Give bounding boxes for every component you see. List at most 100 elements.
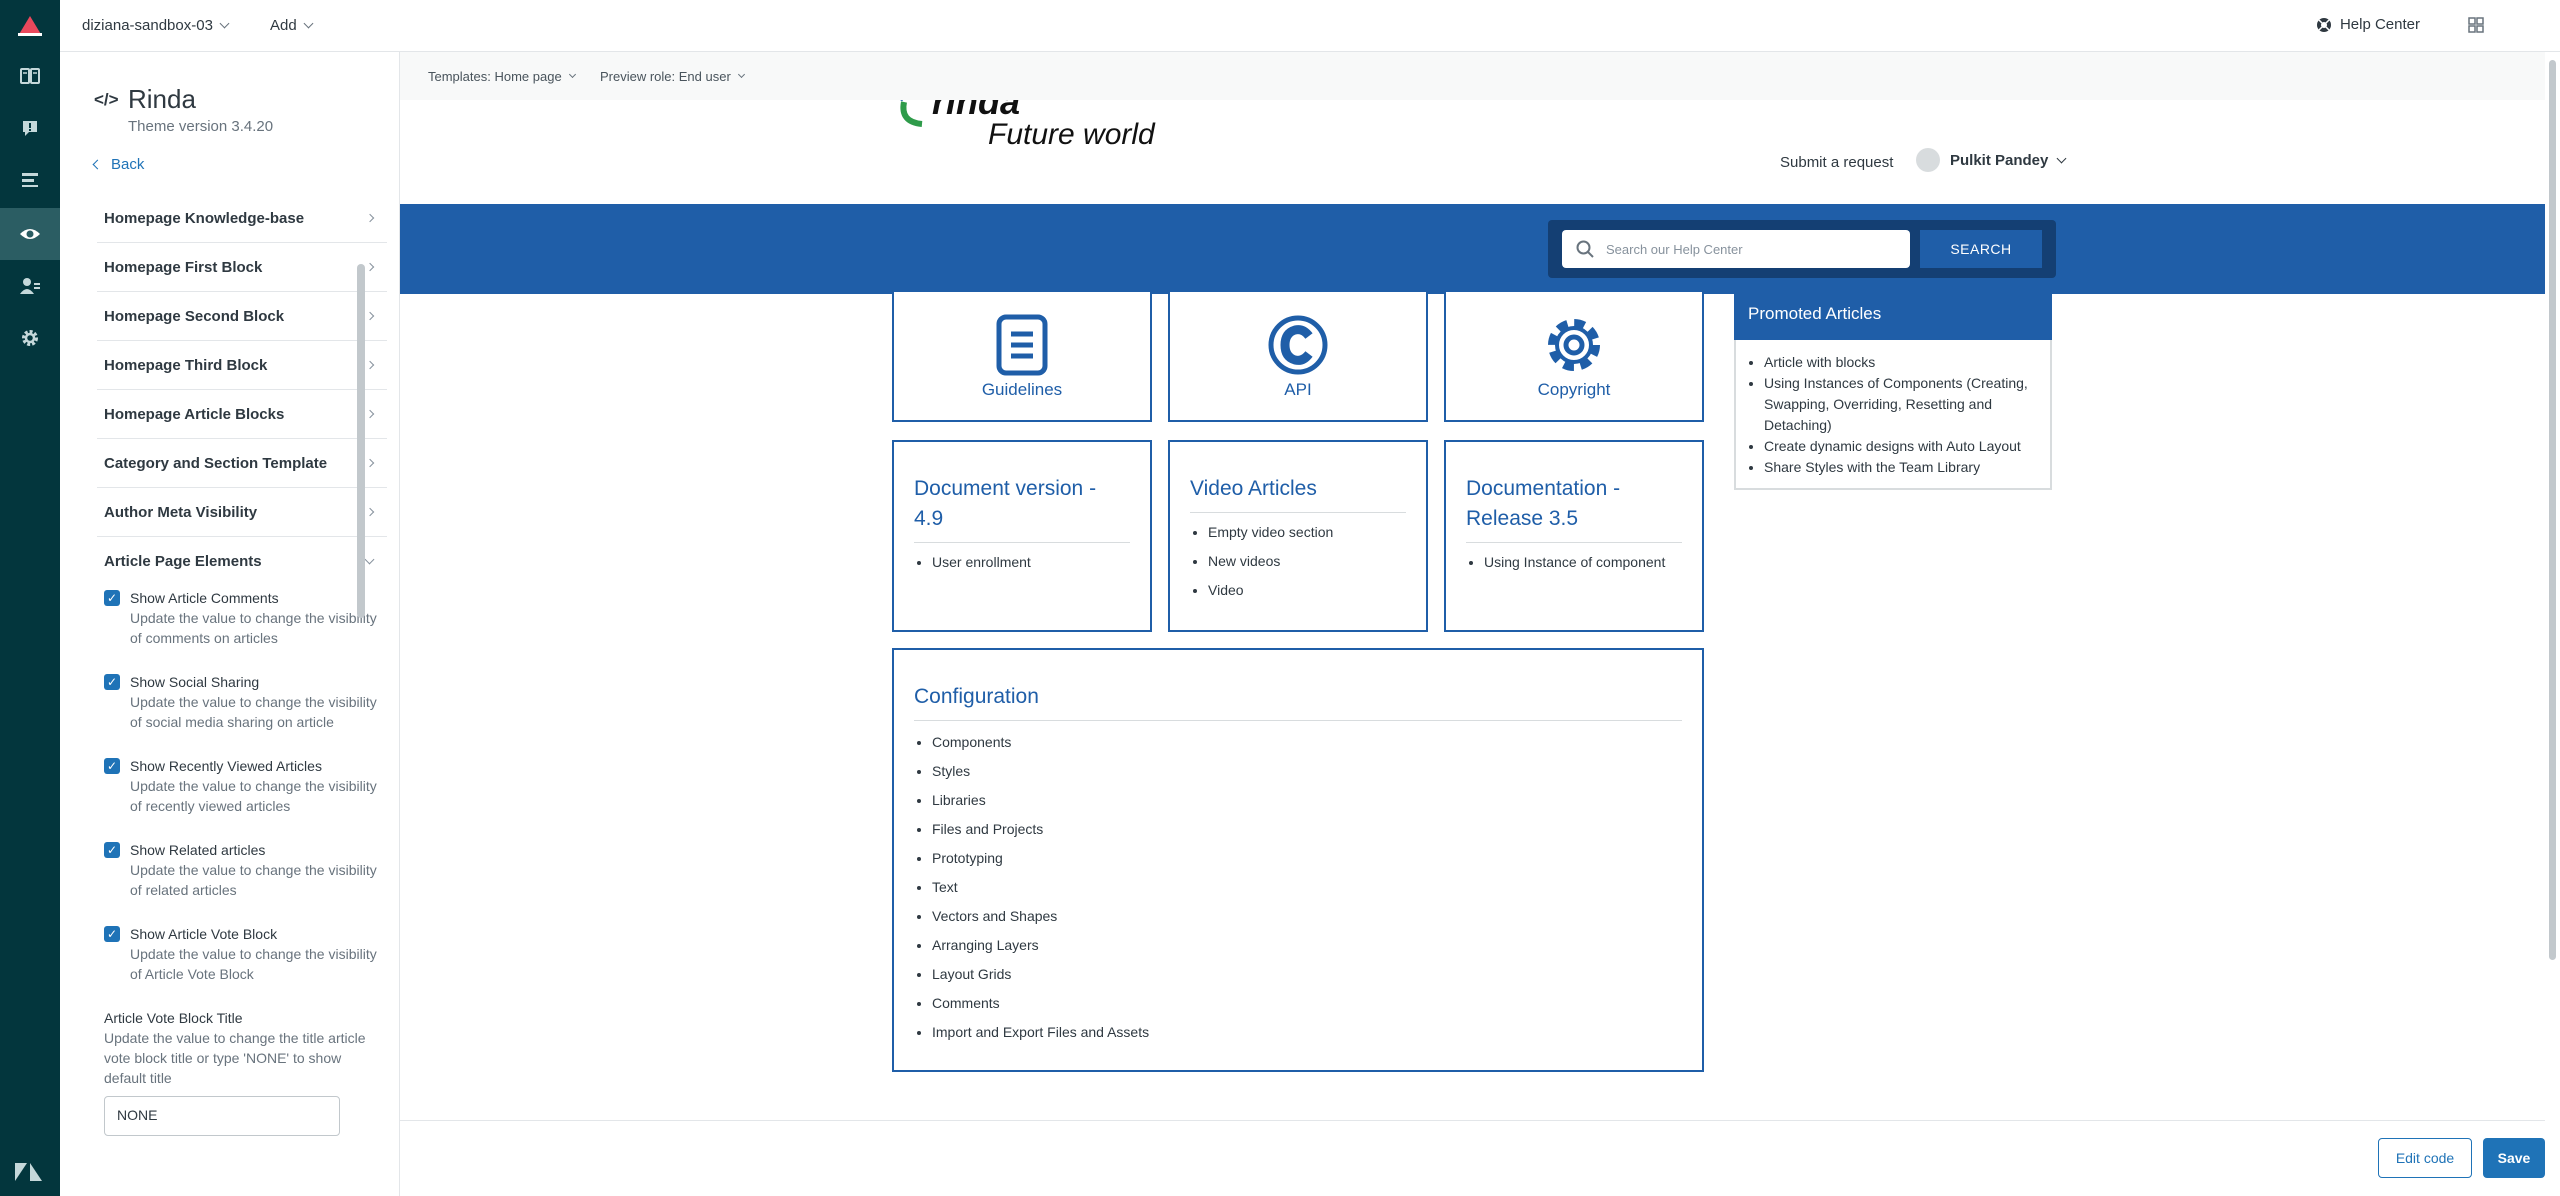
chevron-down-icon [303, 18, 314, 29]
hero-banner: Search our Help Center SEARCH [400, 204, 2545, 294]
category-name: Copyright [1537, 380, 1611, 399]
help-center-label: Help Center [2339, 16, 2420, 33]
checkbox[interactable]: ✓ [104, 590, 120, 606]
article-link[interactable]: New videos [1208, 547, 1333, 576]
category-card-copyright[interactable]: Copyright [1444, 290, 1704, 422]
promoted-link[interactable]: Create dynamic designs with Auto Layout [1764, 436, 2038, 457]
user-name: Pulkit Pandey [1950, 151, 2049, 169]
back-link[interactable]: Back [92, 156, 145, 173]
templates-dropdown[interactable]: Templates: Home page [428, 69, 576, 84]
promoted-link[interactable]: Share Styles with the Team Library [1764, 457, 2038, 478]
site-logo[interactable]: rinda Future world [892, 100, 1162, 155]
section-card-video-articles: Video Articles Empty video section New v… [1168, 440, 1428, 632]
article-link[interactable]: Layout Grids [932, 960, 1149, 989]
chevron-left-icon [92, 159, 103, 170]
scrollbar-thumb[interactable] [2549, 60, 2556, 960]
section-label: Category and Section Template [104, 454, 328, 472]
theme-settings-panel: </> Rinda Theme version 3.4.20 Back Home… [60, 52, 413, 1196]
back-label: Back [111, 156, 145, 173]
theme-preview: Templates: Home page Preview role: End u… [400, 52, 2545, 1120]
search-button[interactable]: SEARCH [1920, 230, 2042, 268]
section-homepage-first-block[interactable]: Homepage First Block [97, 243, 387, 292]
article-list: Empty video section New videos Video [1208, 518, 1333, 605]
section-title[interactable]: Video Articles [1190, 474, 1406, 513]
guide-icon[interactable] [0, 50, 60, 102]
section-title[interactable]: Document version - 4.9 [914, 474, 1130, 543]
article-link[interactable]: Empty video section [1208, 518, 1333, 547]
support-icon[interactable] [0, 102, 60, 154]
section-author-meta[interactable]: Author Meta Visibility [97, 488, 387, 537]
checkbox[interactable]: ✓ [104, 926, 120, 942]
article-link[interactable]: Using Instance of component [1484, 548, 1665, 577]
user-icon[interactable] [0, 260, 60, 312]
checkbox[interactable]: ✓ [104, 674, 120, 690]
gear-icon[interactable] [0, 312, 60, 364]
add-menu[interactable]: Add [270, 17, 314, 34]
article-link[interactable]: User enrollment [932, 548, 1031, 577]
article-link[interactable]: Arranging Layers [932, 931, 1149, 960]
promoted-list: Article with blocks Using Instances of C… [1764, 352, 2038, 478]
section-homepage-second-block[interactable]: Homepage Second Block [97, 292, 387, 341]
option-desc: Update the value to change the visibilit… [130, 862, 377, 898]
chevron-right-icon [365, 458, 375, 468]
section-category-template[interactable]: Category and Section Template [97, 439, 387, 488]
preview-role-dropdown[interactable]: Preview role: End user [600, 69, 745, 84]
theme-name: Rinda [128, 84, 196, 114]
article-link[interactable]: Libraries [932, 786, 1149, 815]
article-link[interactable]: Video [1208, 576, 1333, 605]
copyright-icon [1268, 315, 1328, 375]
top-bar: diziana-sandbox-03 Add Help Center [60, 0, 2560, 52]
section-label: Homepage First Block [104, 258, 263, 276]
section-homepage-third-block[interactable]: Homepage Third Block [97, 341, 387, 390]
preview-scrollbar[interactable] [2545, 52, 2560, 1120]
document-icon [996, 314, 1048, 376]
article-link[interactable]: Styles [932, 757, 1149, 786]
section-homepage-knowledge-base[interactable]: Homepage Knowledge-base [97, 194, 387, 243]
article-link[interactable]: Components [932, 728, 1149, 757]
search-input[interactable]: Search our Help Center [1562, 230, 1910, 268]
category-card-api[interactable]: API [1168, 290, 1428, 422]
panel-scrollbar[interactable] [357, 264, 365, 618]
section-label: Homepage Second Block [104, 307, 285, 325]
eye-icon[interactable] [0, 208, 60, 260]
article-link[interactable]: Prototyping [932, 844, 1149, 873]
section-label: Homepage Third Block [104, 356, 268, 374]
option-label: Show Recently Viewed Articles [130, 758, 322, 774]
promoted-link[interactable]: Using Instances of Components (Creating,… [1764, 373, 2038, 436]
section-label: Homepage Knowledge-base [104, 209, 305, 227]
apps-grid-icon[interactable] [2468, 17, 2484, 33]
option-show-social-sharing: ✓ Show Social Sharing Update the value to… [97, 672, 387, 732]
option-label: Show Article Vote Block [130, 926, 278, 942]
account-switcher[interactable]: diziana-sandbox-03 [82, 17, 230, 34]
vote-title-input[interactable]: NONE [104, 1096, 340, 1136]
option-show-related-articles: ✓ Show Related articles Update the value … [97, 840, 387, 900]
section-label: Homepage Article Blocks [104, 405, 285, 423]
search-placeholder: Search our Help Center [1606, 241, 1743, 257]
article-link[interactable]: Files and Projects [932, 815, 1149, 844]
edit-code-button[interactable]: Edit code [2378, 1138, 2472, 1178]
section-article-page-elements[interactable]: Article Page Elements [97, 537, 387, 586]
help-center-link[interactable]: Help Center [2316, 16, 2420, 33]
checkbox[interactable]: ✓ [104, 842, 120, 858]
zendesk-logo-icon[interactable] [15, 14, 45, 38]
section-homepage-article-blocks[interactable]: Homepage Article Blocks [97, 390, 387, 439]
zendesk-z-icon[interactable] [14, 1162, 44, 1182]
article-link[interactable]: Comments [932, 989, 1149, 1018]
article-link[interactable]: Text [932, 873, 1149, 902]
section-title[interactable]: Documentation - Release 3.5 [1466, 474, 1682, 543]
list-icon[interactable] [0, 154, 60, 206]
section-title[interactable]: Configuration [914, 682, 1682, 721]
chevron-down-icon [364, 554, 375, 565]
article-link[interactable]: Import and Export Files and Assets [932, 1018, 1149, 1047]
option-desc: Update the value to change the visibilit… [130, 694, 377, 730]
promoted-link[interactable]: Article with blocks [1764, 352, 2038, 373]
save-button[interactable]: Save [2483, 1138, 2545, 1178]
category-card-guidelines[interactable]: Guidelines [892, 290, 1152, 422]
chevron-right-icon [365, 311, 375, 321]
submit-request-link[interactable]: Submit a request [1780, 154, 1893, 171]
category-name: Guidelines [981, 380, 1063, 399]
checkbox[interactable]: ✓ [104, 758, 120, 774]
chevron-down-icon [2056, 153, 2067, 163]
user-menu[interactable]: Pulkit Pandey [1916, 148, 2067, 172]
article-link[interactable]: Vectors and Shapes [932, 902, 1149, 931]
